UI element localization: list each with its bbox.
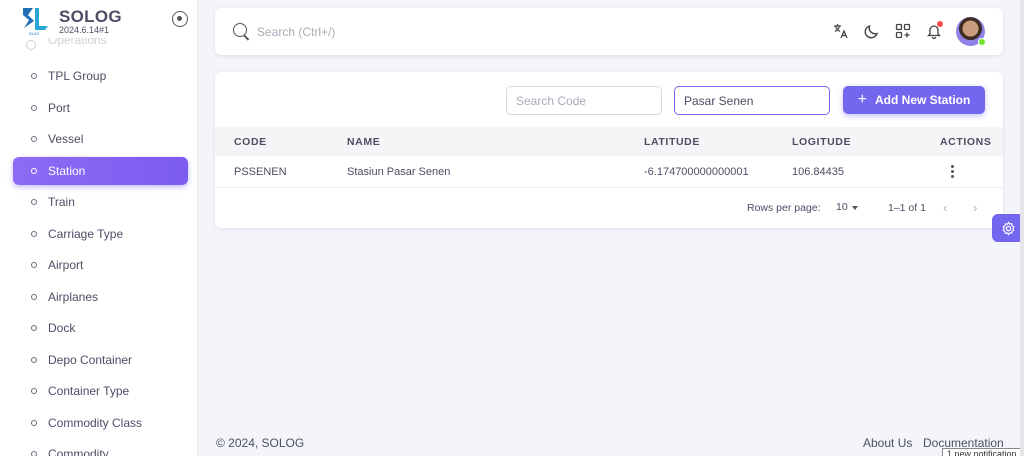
- sidebar-item-label: Station: [48, 163, 86, 178]
- sidebar-item-label: Airport: [48, 258, 84, 272]
- sidebar-item-label: Commodity: [48, 447, 109, 456]
- cell-latitude: -6.174700000000001: [644, 165, 749, 178]
- sidebar-item-airport[interactable]: Airport: [13, 251, 188, 279]
- sidebar-item-label: Operations: [48, 38, 107, 47]
- circle-icon: [31, 136, 37, 142]
- circle-icon: [31, 451, 37, 456]
- sidebar-item-label: Carriage Type: [48, 226, 124, 241]
- page-range: 1–1 of 1: [888, 202, 926, 214]
- sidebar-item-depo-container[interactable]: Depo Container: [13, 346, 188, 374]
- sidebar-item-label: TPL Group: [48, 69, 107, 83]
- circle-icon: [31, 104, 37, 111]
- cell-code: PSSENEN: [234, 165, 287, 178]
- circle-icon: [31, 293, 37, 300]
- notification-badge: [937, 21, 943, 27]
- online-status-badge: [978, 38, 986, 46]
- caret-down-icon[interactable]: [852, 206, 858, 210]
- sidebar-item-container-type[interactable]: Container Type: [13, 377, 188, 405]
- table-header: CODE NAME LATITUDE LOGITUDE ACTIONS: [215, 127, 1003, 156]
- sidebar-item-airplanes[interactable]: Airplanes: [13, 283, 188, 311]
- pagination: Rows per page: 10 1–1 of 1 ‹ ›: [215, 196, 1003, 220]
- circle-icon: [26, 40, 36, 50]
- circle-icon: [31, 230, 37, 237]
- brand-name: SOLOG: [59, 7, 122, 26]
- svg-text:SLAS: SLAS: [29, 31, 40, 36]
- sidebar-pin-icon[interactable]: [172, 11, 188, 27]
- rows-per-page-select[interactable]: 10: [836, 201, 848, 213]
- sidebar-item-vessel[interactable]: Vessel: [13, 125, 188, 153]
- chevron-right-icon[interactable]: ›: [973, 200, 977, 215]
- circle-icon: [31, 388, 37, 394]
- column-header-actions: ACTIONS: [940, 135, 992, 148]
- sidebar-item-label: Dock: [48, 321, 76, 335]
- sidebar-item-carriage-type[interactable]: Carriage Type: [13, 220, 188, 248]
- about-us-link[interactable]: About Us: [863, 436, 912, 450]
- sidebar-item-label: Port: [48, 100, 71, 115]
- search-name-input[interactable]: [674, 86, 830, 115]
- sidebar-item-label: Vessel: [48, 132, 84, 146]
- circle-icon: [31, 356, 37, 363]
- table-row[interactable]: PSSENEN Stasiun Pasar Senen -6.174700000…: [215, 156, 1003, 188]
- sidebar-nav: TPL Group Port Vessel Station Train Carr…: [13, 62, 188, 456]
- add-new-station-label: Add New Station: [875, 93, 971, 107]
- column-header-longitude[interactable]: LOGITUDE: [792, 127, 851, 156]
- search-icon[interactable]: [233, 23, 247, 37]
- sidebar-item-commodity[interactable]: Commodity: [13, 440, 188, 456]
- plus-icon: +: [857, 91, 867, 108]
- column-header-latitude[interactable]: LATITUDE: [644, 127, 700, 156]
- sidebar-item-label: Train: [48, 195, 75, 209]
- add-new-station-button[interactable]: + Add New Station: [843, 86, 985, 114]
- sidebar-item-partial[interactable]: Operations: [22, 38, 187, 52]
- apps-icon[interactable]: [894, 22, 912, 40]
- solog-logo-icon: SLAS: [23, 8, 48, 36]
- sidebar: SLAS SOLOG 2024.6.14#1 Operations TPL Gr…: [0, 0, 198, 456]
- copyright-text: © 2024, SOLOG: [216, 436, 305, 450]
- top-bar: [215, 8, 1003, 55]
- brand-version: 2024.6.14#1: [59, 25, 110, 35]
- cell-longitude: 106.84435: [792, 165, 844, 178]
- sidebar-item-label: Commodity Class: [48, 415, 143, 430]
- circle-icon: [31, 262, 37, 268]
- sidebar-item-dock[interactable]: Dock: [13, 314, 188, 342]
- search-input[interactable]: [257, 22, 557, 42]
- page-scrollbar[interactable]: [1020, 0, 1024, 456]
- sidebar-item-label: Airplanes: [48, 289, 99, 304]
- station-card: + Add New Station CODE NAME LATITUDE LOG…: [215, 72, 1003, 228]
- chevron-left-icon[interactable]: ‹: [943, 200, 947, 215]
- brand[interactable]: SLAS SOLOG 2024.6.14#1: [20, 6, 190, 36]
- search-code-input[interactable]: [506, 86, 662, 115]
- sidebar-item-station[interactable]: Station: [13, 156, 188, 185]
- sidebar-item-tpl-group[interactable]: TPL Group: [13, 62, 188, 90]
- circle-icon: [31, 325, 37, 331]
- sidebar-item-commodity-class[interactable]: Commodity Class: [13, 409, 188, 437]
- sidebar-item-train[interactable]: Train: [13, 188, 188, 216]
- sidebar-item-label: Depo Container: [48, 352, 133, 367]
- sidebar-item-port[interactable]: Port: [13, 94, 188, 122]
- circle-icon: [31, 419, 37, 426]
- cell-name: Stasiun Pasar Senen: [347, 165, 451, 178]
- moon-icon[interactable]: [863, 22, 881, 40]
- translate-icon[interactable]: [832, 22, 850, 40]
- column-header-code[interactable]: CODE: [234, 127, 267, 156]
- sidebar-item-label: Container Type: [48, 384, 130, 398]
- circle-icon: [31, 73, 37, 79]
- circle-icon: [31, 199, 37, 205]
- column-header-name[interactable]: NAME: [347, 127, 380, 156]
- circle-icon: [31, 167, 37, 174]
- more-actions-icon[interactable]: [946, 163, 958, 181]
- notification-toast: 1 new notification: [942, 448, 1024, 456]
- rows-per-page-label: Rows per page:: [747, 202, 821, 214]
